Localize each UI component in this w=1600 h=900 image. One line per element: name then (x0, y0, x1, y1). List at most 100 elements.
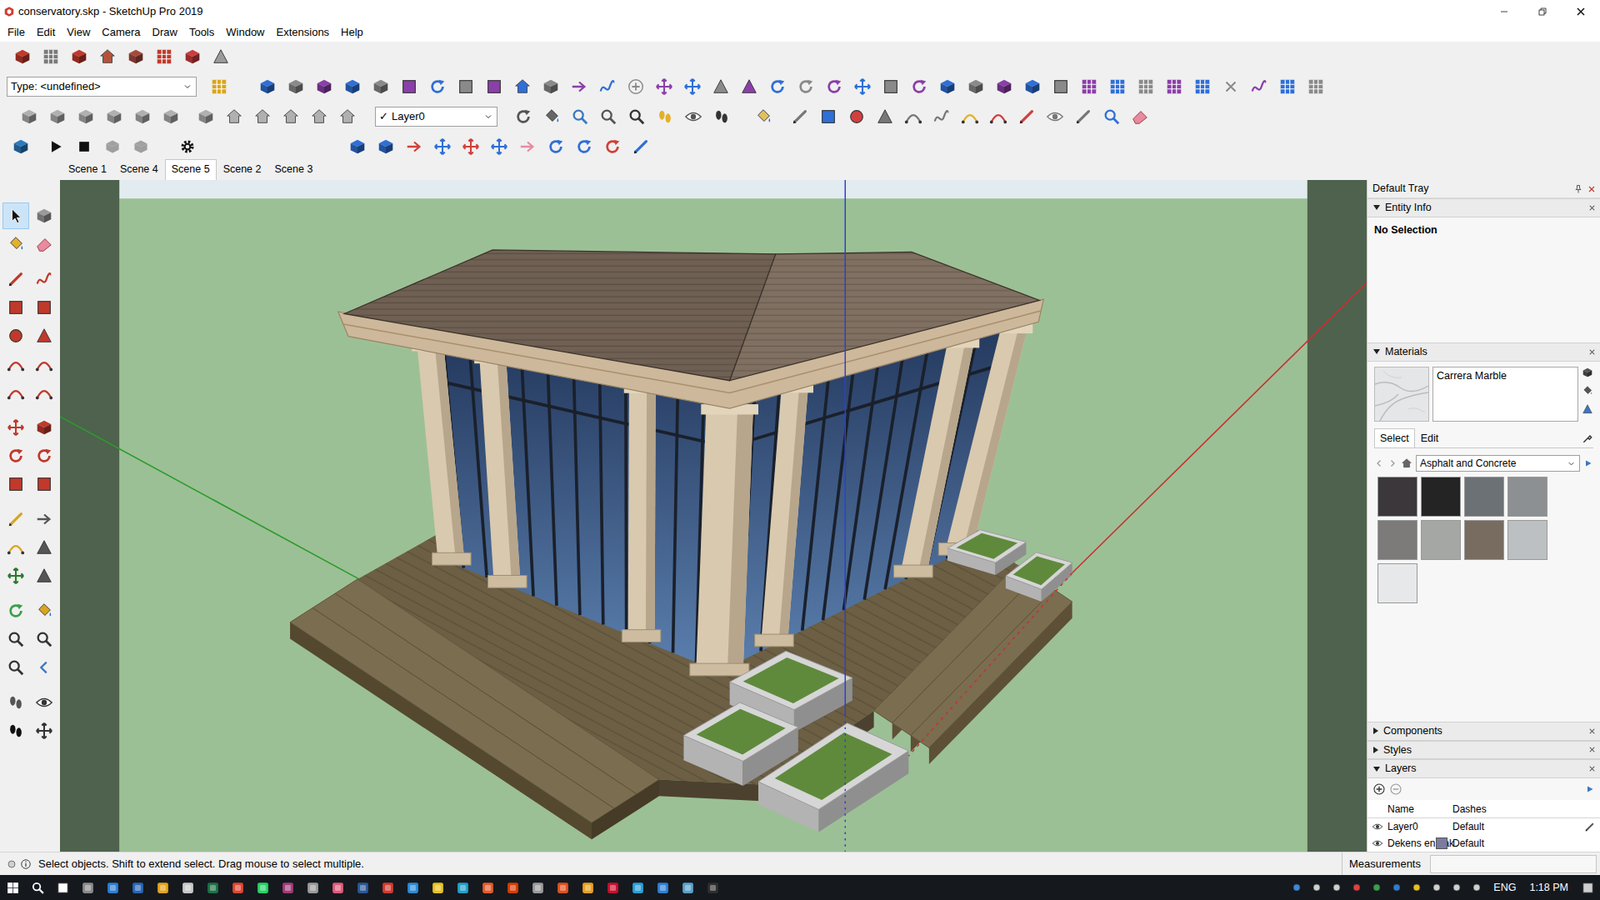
eraser-icon[interactable] (1130, 107, 1150, 126)
tool-button[interactable] (2, 717, 30, 745)
home-icon[interactable] (1400, 457, 1413, 470)
menu-item[interactable]: Extensions (270, 24, 336, 41)
curve-icon[interactable] (1250, 77, 1269, 96)
measurements-field[interactable] (1430, 855, 1597, 874)
toolbar-button[interactable] (706, 73, 735, 100)
foot-icon[interactable] (712, 107, 731, 126)
app-button[interactable] (575, 875, 600, 900)
app-button[interactable] (325, 875, 350, 900)
app-button[interactable] (150, 875, 175, 900)
minimize-button[interactable] (1485, 0, 1524, 24)
tray-button[interactable] (1306, 875, 1327, 900)
arrow-icon[interactable] (518, 137, 537, 156)
stop-icon[interactable] (75, 138, 93, 155)
rotate-icon[interactable] (768, 77, 787, 96)
panel-title[interactable]: Materials (1385, 344, 1428, 360)
app-icon[interactable] (105, 880, 120, 895)
tray-app-icon[interactable] (1451, 882, 1462, 893)
app-button[interactable] (225, 875, 250, 900)
cube-icon[interactable] (70, 47, 89, 66)
arrow-icon[interactable] (405, 137, 424, 156)
toolbar-button[interactable] (281, 73, 310, 100)
cube-icon[interactable] (35, 418, 54, 437)
toolbar-button[interactable] (870, 103, 900, 130)
foot-icon[interactable] (655, 107, 675, 126)
cube-icon[interactable] (371, 77, 390, 96)
move-icon[interactable] (6, 566, 25, 585)
toolbar-button[interactable] (598, 133, 627, 160)
toolbar-button[interactable] (1069, 103, 1098, 130)
instructor-icon[interactable] (20, 858, 32, 870)
toolbar-button[interactable] (593, 73, 622, 100)
menu-item[interactable]: File (1, 24, 31, 41)
app-button[interactable] (350, 875, 375, 900)
layer-name[interactable]: Layer0 (1387, 819, 1436, 835)
scene-tab[interactable]: Scene 3 (268, 159, 320, 180)
material-swatch[interactable] (1377, 563, 1418, 604)
search-button[interactable] (25, 875, 50, 900)
rotate-icon[interactable] (910, 77, 929, 96)
tool-button[interactable] (30, 294, 58, 321)
pencil-icon[interactable] (6, 270, 25, 289)
tri-icon[interactable] (875, 107, 895, 126)
move-icon[interactable] (655, 77, 674, 96)
sample-paint-icon[interactable] (1581, 432, 1594, 445)
app-button[interactable] (700, 875, 725, 900)
app-button[interactable] (475, 875, 500, 900)
panel-header[interactable]: Styles (1367, 740, 1600, 760)
app-icon[interactable] (455, 880, 470, 895)
grid-icon[interactable] (1193, 77, 1212, 96)
square-icon[interactable] (35, 298, 54, 317)
app-icon[interactable] (505, 880, 520, 895)
house-icon[interactable] (281, 107, 300, 126)
toolbar-button[interactable] (371, 133, 400, 160)
panel-header[interactable]: Components (1367, 721, 1600, 741)
visibility-icon[interactable] (1371, 837, 1384, 850)
drop-icon[interactable] (542, 107, 561, 126)
toolbar-button[interactable] (480, 73, 509, 100)
search-icon[interactable] (35, 630, 54, 649)
app-icon[interactable] (280, 880, 295, 895)
scene-tab[interactable]: Scene 1 (61, 159, 114, 180)
toolbar-button[interactable] (735, 73, 764, 100)
collection-dropdown[interactable]: Asphalt and Concrete (1415, 455, 1580, 472)
material-swatch[interactable] (1377, 476, 1418, 517)
toolbar-button[interactable] (876, 73, 905, 100)
grid-icon[interactable] (155, 47, 174, 66)
app-icon[interactable] (705, 880, 720, 895)
menu-item[interactable]: Help (335, 24, 370, 41)
panel-title[interactable]: Layers (1385, 760, 1417, 777)
app-button[interactable] (125, 875, 150, 900)
move-icon[interactable] (461, 137, 480, 156)
cube-icon[interactable] (20, 107, 39, 126)
toolbar-button[interactable] (276, 103, 305, 130)
square-icon[interactable] (881, 77, 900, 96)
toolbar-button[interactable] (343, 133, 372, 160)
expand-arrow-icon[interactable] (1373, 727, 1379, 735)
pencil-icon[interactable] (790, 107, 810, 126)
pencil-icon[interactable] (6, 510, 25, 529)
chevron-icon[interactable] (483, 111, 494, 122)
app-button[interactable] (300, 875, 325, 900)
close-icon[interactable] (1587, 726, 1597, 736)
app-button[interactable] (275, 875, 300, 900)
panel-title[interactable]: Entity Info (1385, 200, 1432, 216)
app-icon[interactable] (380, 880, 395, 895)
tool-button[interactable] (2, 294, 30, 321)
arc-icon[interactable] (35, 383, 54, 402)
toolbar-button[interactable] (509, 103, 538, 130)
geo-location-icon[interactable] (6, 859, 17, 870)
toolbar-button[interactable] (71, 103, 100, 130)
tool-button[interactable] (30, 414, 58, 441)
tray-button[interactable] (1386, 875, 1407, 900)
app-icon[interactable] (555, 880, 570, 895)
tray-button[interactable] (1346, 875, 1367, 900)
rotate-icon[interactable] (35, 446, 54, 465)
cube-icon[interactable] (13, 47, 32, 66)
default-material-icon[interactable] (1581, 403, 1594, 415)
expand-arrow-icon[interactable] (1373, 766, 1380, 772)
plus-icon[interactable] (626, 77, 645, 96)
layer-dropdown[interactable]: ✓Layer0 (375, 106, 498, 127)
tray-app-icon[interactable] (1471, 882, 1482, 893)
tray-button[interactable] (1326, 875, 1347, 900)
